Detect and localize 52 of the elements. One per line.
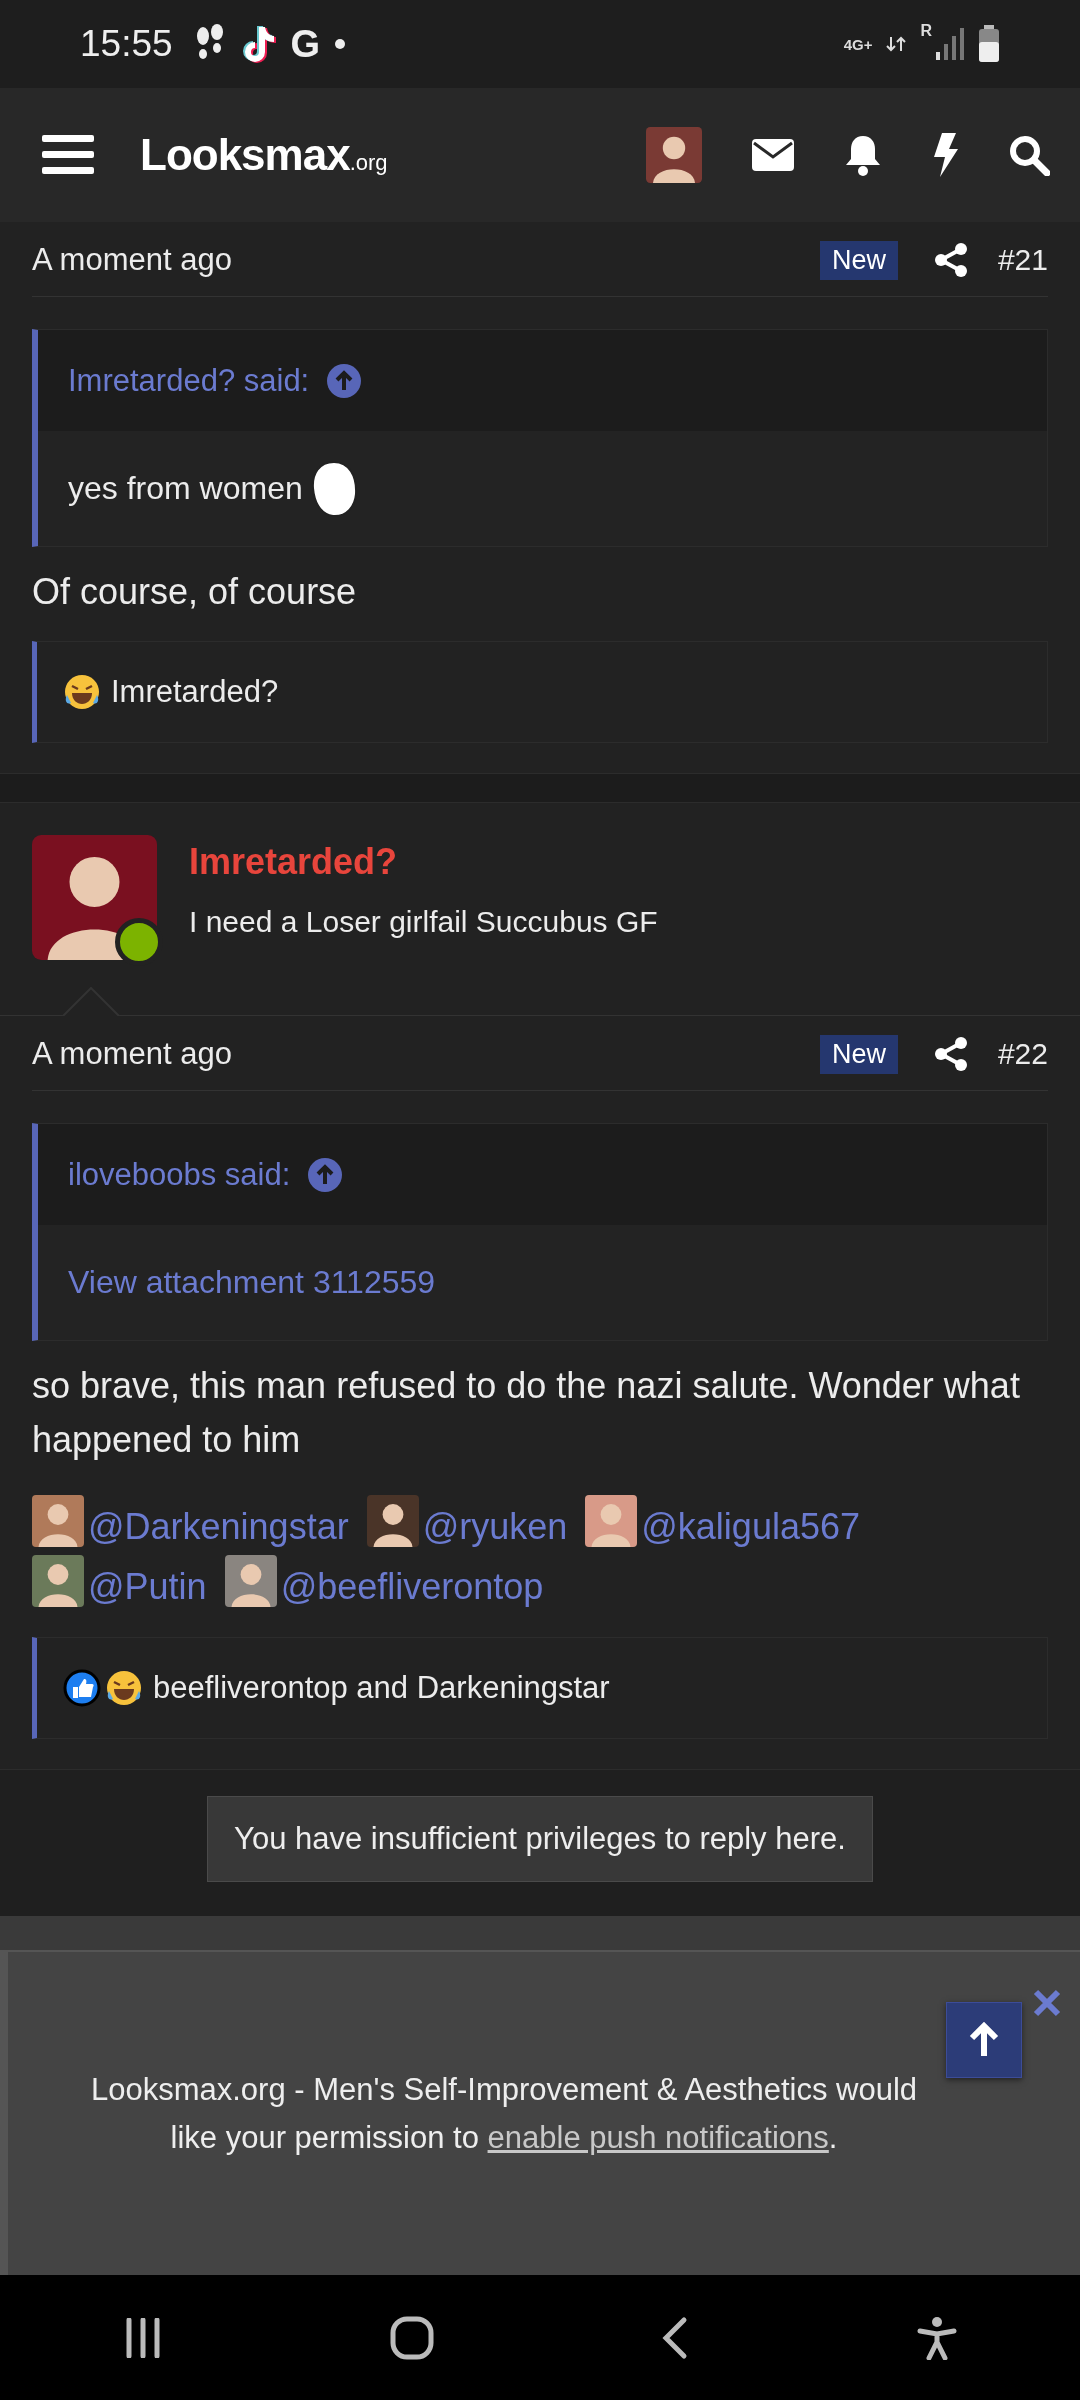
attachment-link[interactable]: View attachment 3112559 bbox=[68, 1264, 436, 1301]
accessibility-icon[interactable] bbox=[916, 2315, 957, 2360]
home-icon[interactable] bbox=[389, 2315, 434, 2360]
updown-arrows-icon bbox=[886, 36, 907, 52]
mention-link[interactable]: @ryuken bbox=[422, 1506, 568, 1547]
reactions-bar[interactable]: Imretarded? bbox=[32, 641, 1048, 743]
thumbs-up-icon bbox=[63, 1669, 101, 1707]
reply-notice: You have insufficient privileges to reply here. bbox=[207, 1796, 873, 1882]
close-icon[interactable] bbox=[1032, 1988, 1062, 2018]
reaction-names: Imretarded? bbox=[111, 674, 279, 710]
reaction-names: beefliverontop and Darkeningstar bbox=[153, 1670, 610, 1706]
lightning-bolt-icon[interactable] bbox=[932, 133, 958, 177]
post-number-link[interactable]: #21 bbox=[997, 243, 1048, 277]
laughing-emoji-icon bbox=[105, 1669, 143, 1707]
user-avatar bbox=[646, 127, 702, 183]
network-type: 4G+ bbox=[843, 36, 873, 52]
roaming-label: R bbox=[920, 22, 932, 40]
post-time[interactable]: A moment ago bbox=[32, 1036, 820, 1072]
menu-icon[interactable] bbox=[42, 133, 94, 177]
quote-author-link[interactable]: Imretarded? said: bbox=[68, 362, 310, 399]
quote-text: yes from women bbox=[68, 470, 303, 507]
search-icon[interactable] bbox=[1008, 134, 1050, 176]
signal-icon bbox=[934, 26, 964, 62]
clock-time: 15:55 bbox=[80, 23, 173, 65]
share-icon[interactable] bbox=[933, 242, 968, 278]
up-arrow-icon bbox=[969, 2022, 999, 2058]
post-text: so brave, this man refused to do the nazi salute. Wonder what happened to him bbox=[32, 1364, 1021, 1462]
new-badge: New bbox=[819, 240, 898, 280]
music-note-icon bbox=[240, 24, 277, 64]
mention-link[interactable]: @kaligula567 bbox=[641, 1506, 860, 1547]
user-title: I need a Loser girlfail Succubus GF bbox=[189, 905, 658, 939]
quote-author-link[interactable]: iloveboobs said: bbox=[68, 1156, 291, 1193]
new-badge: New bbox=[819, 1034, 898, 1074]
share-icon[interactable] bbox=[933, 1036, 968, 1072]
bell-icon[interactable] bbox=[844, 134, 882, 176]
laughing-emoji-icon bbox=[63, 673, 101, 711]
mention-link[interactable]: @Darkeningstar bbox=[88, 1506, 349, 1547]
post-text: Of course, of course bbox=[32, 570, 358, 614]
mention-link[interactable]: @beefliverontop bbox=[280, 1566, 544, 1607]
push-link[interactable]: enable push notifications bbox=[487, 2119, 829, 2155]
username-link[interactable]: Imretarded? bbox=[189, 841, 658, 883]
reactions-bar[interactable]: beefliverontop and Darkeningstar bbox=[32, 1637, 1048, 1739]
app-letter: G bbox=[290, 22, 321, 66]
dot-icon bbox=[334, 38, 347, 50]
scroll-top-button[interactable] bbox=[946, 2002, 1022, 2078]
post-number-link[interactable]: #22 bbox=[997, 1037, 1048, 1071]
post-time[interactable]: A moment ago bbox=[32, 242, 820, 278]
mention-link[interactable]: @Putin bbox=[88, 1566, 207, 1607]
banner-text: Looksmax.org - Men's Self-Improvement & Aesthetics would like your permission to enable push notifications. bbox=[89, 2070, 918, 2157]
envelope-icon[interactable] bbox=[752, 139, 794, 171]
site-logo[interactable]: Looksmax.org bbox=[140, 130, 388, 180]
battery-icon bbox=[978, 25, 1000, 63]
